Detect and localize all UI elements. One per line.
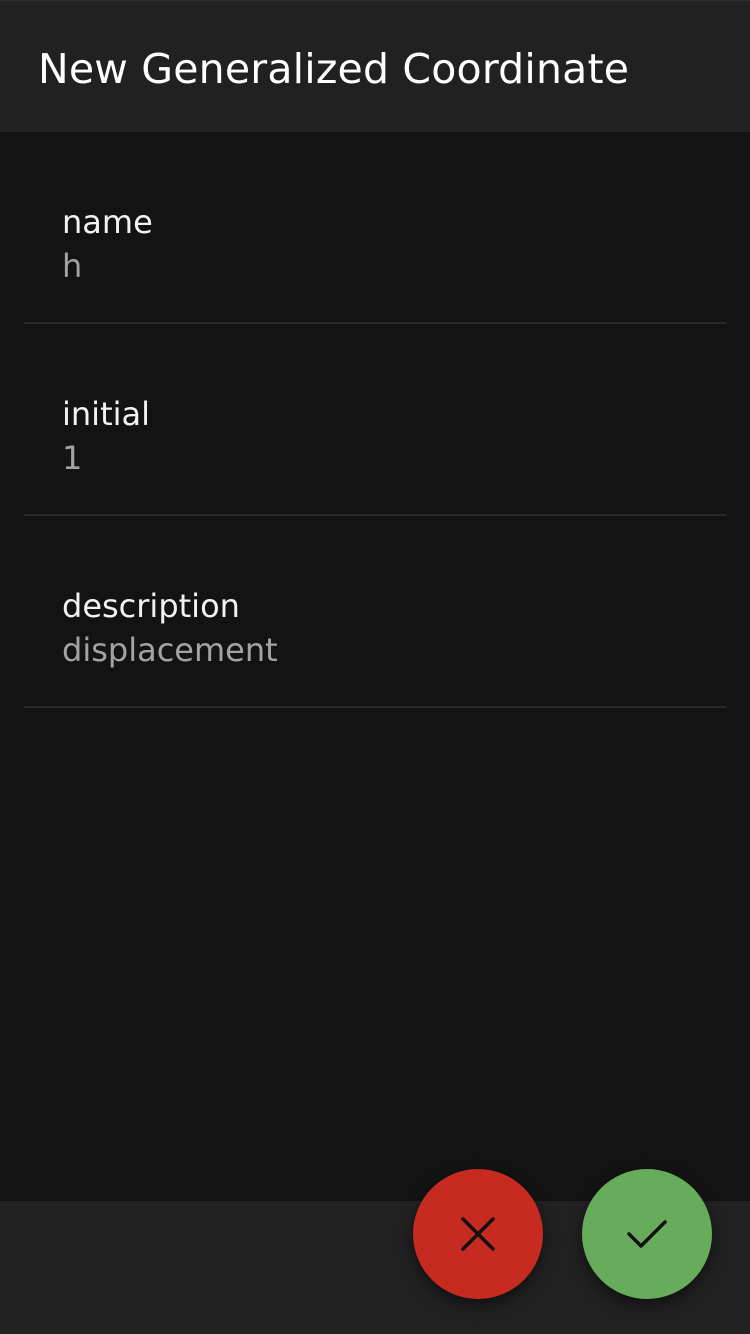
initial-field-value: 1 <box>62 439 83 477</box>
page-title: New Generalized Coordinate <box>38 45 630 93</box>
new-coordinate-screen: New Generalized Coordinate name h initia… <box>0 0 750 1334</box>
form-content: name h initial 1 description displacemen… <box>0 132 750 1201</box>
close-icon <box>461 1217 495 1251</box>
description-field[interactable]: description displacement <box>24 516 726 708</box>
check-icon <box>627 1220 667 1248</box>
cancel-button[interactable] <box>413 1169 543 1299</box>
name-field[interactable]: name h <box>24 132 726 324</box>
confirm-button[interactable] <box>582 1169 712 1299</box>
initial-field-label: initial <box>62 395 150 433</box>
name-field-label: name <box>62 203 153 241</box>
description-field-value: displacement <box>62 631 278 669</box>
description-field-label: description <box>62 587 240 625</box>
name-field-value: h <box>62 247 83 285</box>
app-bar: New Generalized Coordinate <box>0 0 750 132</box>
initial-field[interactable]: initial 1 <box>24 324 726 516</box>
